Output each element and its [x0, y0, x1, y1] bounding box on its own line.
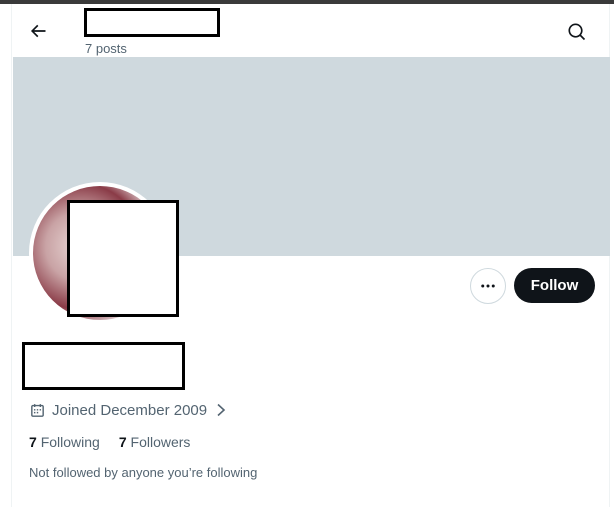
ellipsis-icon [481, 284, 495, 288]
not-followed-note: Not followed by anyone you’re following [29, 465, 258, 480]
followers-link[interactable]: 7 Followers [119, 434, 191, 452]
search-button[interactable] [565, 20, 589, 44]
arrow-left-icon [30, 24, 46, 38]
profile-header: 7 posts [12, 4, 609, 57]
follow-button[interactable]: Follow [514, 268, 595, 303]
following-count: 7 [29, 434, 37, 450]
calendar-icon [29, 402, 46, 419]
redacted-username [84, 8, 220, 37]
joined-date-row[interactable]: Joined December 2009 [29, 400, 227, 420]
chevron-right-icon [215, 403, 227, 417]
following-label: Following [40, 434, 100, 450]
followers-count: 7 [118, 434, 127, 450]
joined-date: Joined December 2009 [52, 401, 208, 419]
redacted-display-name [22, 342, 185, 390]
follow-stats: 7 Following 7 Followers [29, 434, 190, 452]
more-options-button[interactable] [470, 268, 506, 304]
post-count: 7 posts [85, 41, 127, 56]
profile-column: 7 posts Follow Joined December 2009 7 Fo… [11, 4, 610, 507]
header-title-block: 7 posts [84, 8, 220, 56]
followers-label: Followers [130, 434, 191, 450]
following-link[interactable]: 7 Following [29, 434, 100, 452]
search-icon [568, 23, 586, 41]
back-button[interactable] [25, 18, 51, 44]
redacted-avatar-area [67, 200, 179, 317]
